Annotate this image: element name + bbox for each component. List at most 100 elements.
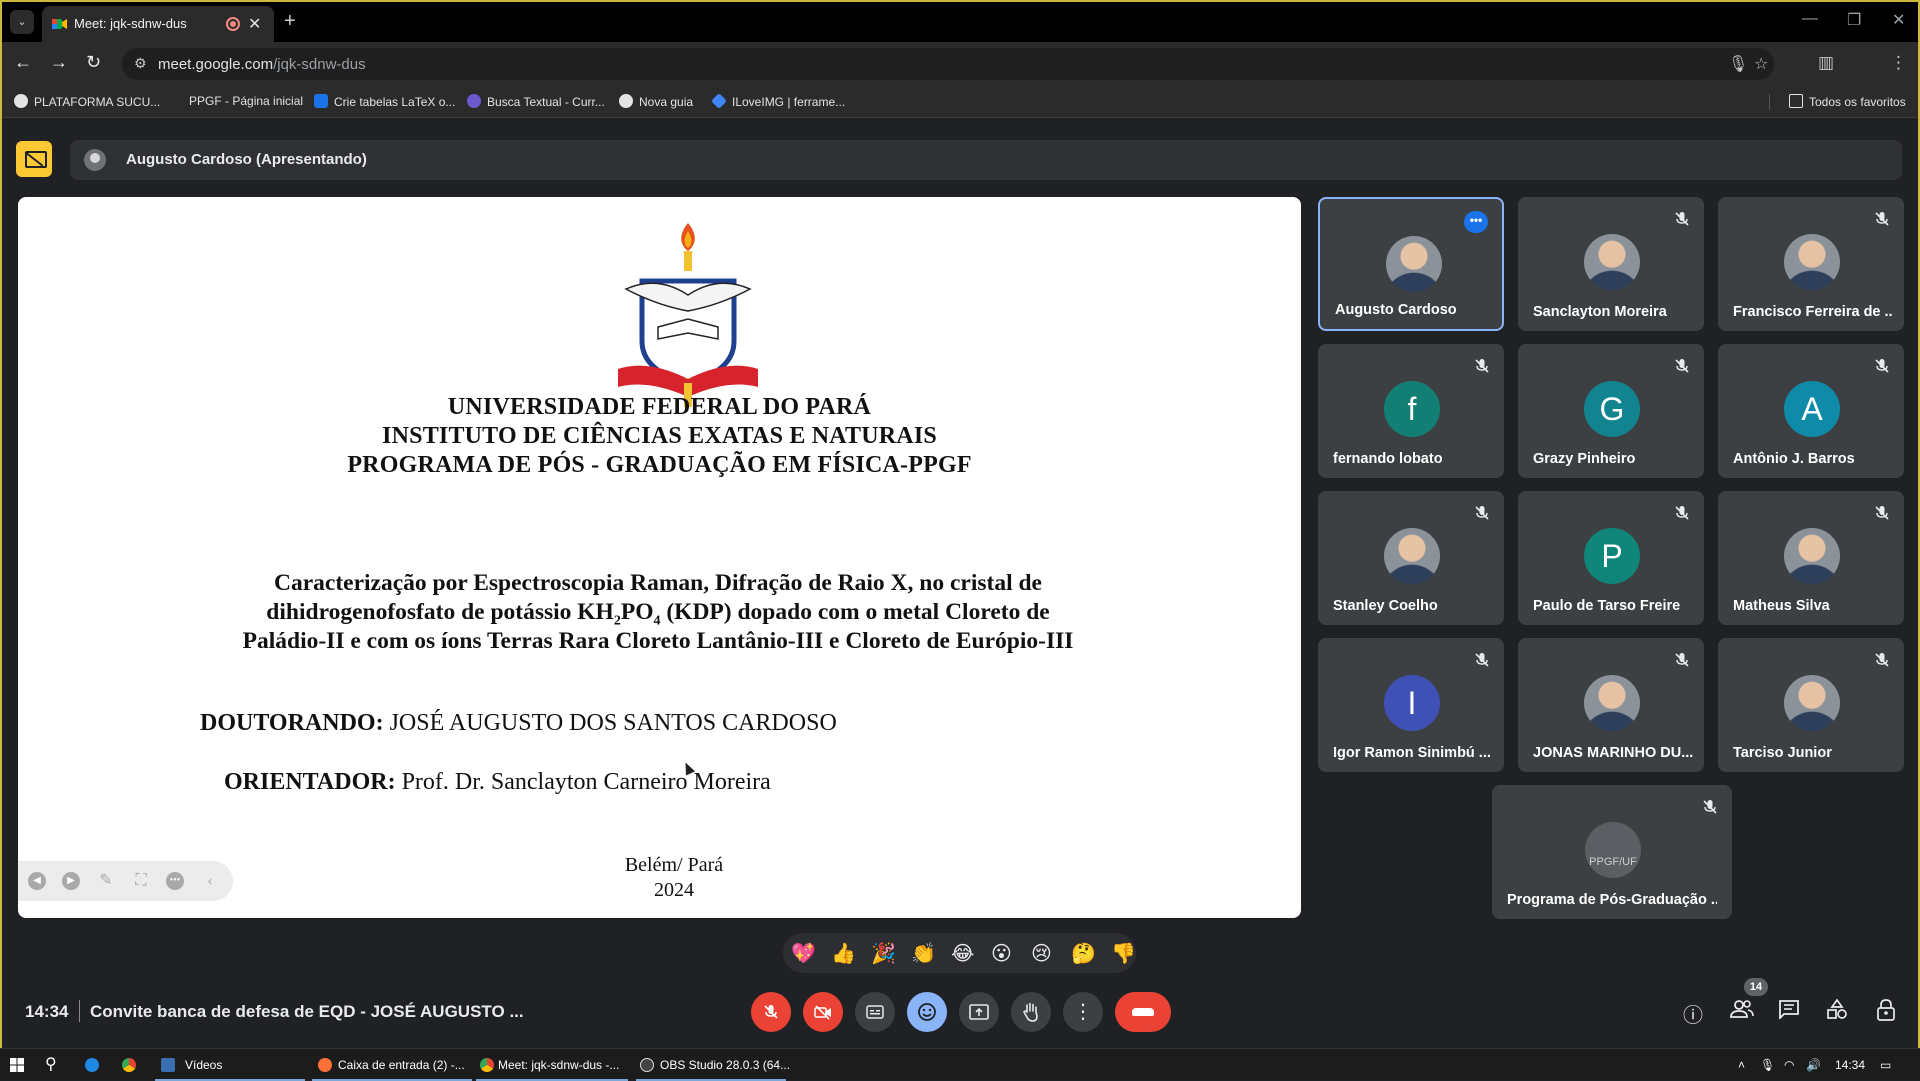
forward-icon[interactable]: → — [50, 52, 68, 73]
participant-tile[interactable]: Sanclayton Moreira — [1518, 197, 1704, 331]
taskbar-clock[interactable]: 14:34 — [1835, 1058, 1865, 1072]
tab-meet[interactable]: Meet: jqk-sdnw-dus ✕ — [42, 6, 274, 42]
participant-tile[interactable]: P Paulo de Tarso Freire — [1518, 491, 1704, 625]
camera-off-button[interactable] — [803, 992, 843, 1032]
taskbar-item-videos[interactable]: Vídeos — [155, 1049, 305, 1081]
microphone-in-use-icon[interactable]: 🎙 — [1728, 54, 1748, 74]
windows-start-icon[interactable] — [10, 1058, 24, 1072]
activities-icon[interactable] — [1826, 998, 1848, 1025]
taskbar-item-meet[interactable]: Meet: jqk-sdnw-dus -... — [476, 1049, 628, 1081]
zoom-icon[interactable]: ⛶ — [132, 872, 150, 890]
close-window-icon[interactable]: ✕ — [1892, 10, 1905, 30]
participant-avatar: I — [1384, 675, 1440, 731]
institute-name: INSTITUTO DE CIÊNCIAS EXATAS E NATURAIS — [382, 423, 937, 449]
next-slide-icon[interactable]: ▶ — [62, 872, 80, 890]
presenter-avatar — [84, 149, 106, 171]
reaction-party[interactable]: 🎉 — [871, 941, 896, 966]
participant-name: Matheus Silva — [1733, 598, 1830, 614]
meet-favicon-icon — [52, 19, 67, 29]
thesis-title-line-3: Paládio-II e com os íons Terras Rara Clo… — [242, 628, 1074, 654]
bookmark-item[interactable]: PLATAFORMA SUCU... — [14, 94, 160, 109]
participant-tile[interactable]: A Antônio J. Barros — [1718, 344, 1904, 478]
bookmarks-divider — [1769, 94, 1770, 110]
obs-icon — [640, 1058, 654, 1072]
meeting-title: Convite banca de defesa de EQD - JOSÉ AU… — [90, 1002, 524, 1021]
restore-icon[interactable]: ❐ — [1847, 10, 1861, 30]
people-icon[interactable] — [1730, 999, 1754, 1025]
new-tab-button[interactable]: + — [284, 10, 296, 33]
present-screen-button[interactable] — [959, 992, 999, 1032]
all-bookmarks-button[interactable]: Todos os favoritos — [1789, 94, 1906, 109]
participant-tile[interactable]: ••• Augusto Cardoso — [1318, 197, 1504, 331]
bookmark-item[interactable]: Nova guia — [619, 94, 693, 109]
bookmark-item[interactable]: ILoveIMG | ferrame... — [711, 93, 845, 109]
previous-slide-icon[interactable]: ◀ — [28, 872, 46, 890]
folder-icon — [1789, 94, 1803, 108]
reaction-thumbs-up[interactable]: 👍 — [831, 941, 856, 966]
tray-mic-icon[interactable]: 🎙 — [1760, 1058, 1775, 1072]
leave-call-button[interactable] — [1115, 992, 1171, 1032]
more-options-button[interactable]: ⋮ — [1063, 992, 1103, 1032]
tab-close-icon[interactable]: ✕ — [248, 14, 261, 34]
bookmark-item[interactable]: PPGF - Página inicial — [189, 94, 303, 108]
tab-search-button[interactable]: ⌄ — [10, 10, 34, 34]
bookmark-item[interactable]: Busca Textual - Curr... — [467, 94, 605, 109]
title-separator — [79, 1000, 80, 1022]
stop-presenting-icon[interactable] — [16, 141, 52, 177]
search-icon[interactable]: ⚲ — [45, 1054, 57, 1074]
participant-avatar: f — [1384, 381, 1440, 437]
taskbar-app-icon[interactable] — [85, 1058, 99, 1072]
thesis-title-line-1: Caracterização por Espectroscopia Raman,… — [274, 570, 1042, 596]
raise-hand-icon — [1023, 1002, 1038, 1022]
videos-app-icon — [161, 1058, 175, 1072]
participant-tile[interactable]: I Igor Ramon Sinimbú ... — [1318, 638, 1504, 772]
participant-tile[interactable]: PPGF/UF Programa de Pós-Graduação ... — [1492, 785, 1732, 919]
participant-name: Grazy Pinheiro — [1533, 451, 1636, 467]
side-panel-icon[interactable]: ▥ — [1818, 53, 1834, 73]
host-controls-icon[interactable] — [1876, 999, 1896, 1027]
chat-icon[interactable] — [1778, 999, 1800, 1025]
pen-icon[interactable]: ✎ — [97, 872, 115, 890]
participant-tile[interactable]: f fernando lobato — [1318, 344, 1504, 478]
volume-icon[interactable]: 🔊 — [1806, 1058, 1821, 1072]
taskbar-item-obs[interactable]: OBS Studio 28.0.3 (64... — [636, 1049, 790, 1081]
collapse-icon[interactable]: ‹ — [201, 872, 219, 890]
raise-hand-button[interactable] — [1011, 992, 1051, 1032]
participant-tile[interactable]: G Grazy Pinheiro — [1518, 344, 1704, 478]
minimize-icon[interactable]: — — [1802, 10, 1818, 28]
taskbar-item-firefox[interactable]: Caixa de entrada (2) -... — [312, 1049, 472, 1081]
address-bar[interactable]: ⚙ meet.google.com/jqk-sdnw-dus 🎙 ☆ — [122, 48, 1774, 80]
notifications-icon[interactable]: ▭ — [1880, 1058, 1891, 1072]
reactions-button[interactable] — [907, 992, 947, 1032]
reaction-heart[interactable]: 💖 — [791, 941, 816, 966]
wifi-icon[interactable]: ◠ — [1784, 1058, 1794, 1072]
bookmark-star-icon[interactable]: ☆ — [1754, 54, 1768, 74]
reaction-clap[interactable]: 👏 — [911, 941, 936, 966]
mic-off-button[interactable] — [751, 992, 791, 1032]
tab-title: Meet: jqk-sdnw-dus — [74, 16, 187, 31]
muted-mic-icon — [1874, 652, 1890, 668]
participant-tile[interactable]: JONAS MARINHO DU... — [1518, 638, 1704, 772]
bookmark-item[interactable]: Crie tabelas LaTeX o... — [314, 94, 455, 109]
reaction-thinking[interactable]: 🤔 — [1071, 941, 1096, 966]
reaction-surprised[interactable]: 😮 — [991, 941, 1012, 966]
reaction-thumbs-down[interactable]: 👎 — [1111, 941, 1136, 966]
participant-tile[interactable]: Tarciso Junior — [1718, 638, 1904, 772]
participant-avatar — [1384, 528, 1440, 584]
reload-icon[interactable]: ↻ — [86, 52, 101, 73]
site-info-icon[interactable]: ⚙ — [134, 55, 147, 72]
reaction-laugh[interactable]: 😂 — [951, 941, 974, 966]
reaction-sad[interactable]: 😢 — [1031, 941, 1052, 966]
participant-avatar — [1584, 234, 1640, 290]
participant-tile[interactable]: Francisco Ferreira de ... — [1718, 197, 1904, 331]
tray-expand-icon[interactable]: ˄ — [1738, 1058, 1745, 1072]
participant-tile[interactable]: Stanley Coelho — [1318, 491, 1504, 625]
chrome-icon[interactable] — [122, 1058, 136, 1072]
participant-tile[interactable]: Matheus Silva — [1718, 491, 1904, 625]
tile-more-options-icon[interactable]: ••• — [1464, 211, 1488, 233]
captions-button[interactable] — [855, 992, 895, 1032]
meeting-details-icon[interactable]: ⓘ — [1683, 999, 1703, 1028]
back-icon[interactable]: ← — [14, 52, 32, 73]
chrome-menu-icon[interactable]: ⋮ — [1890, 53, 1907, 73]
more-options-icon[interactable]: ••• — [166, 872, 184, 890]
